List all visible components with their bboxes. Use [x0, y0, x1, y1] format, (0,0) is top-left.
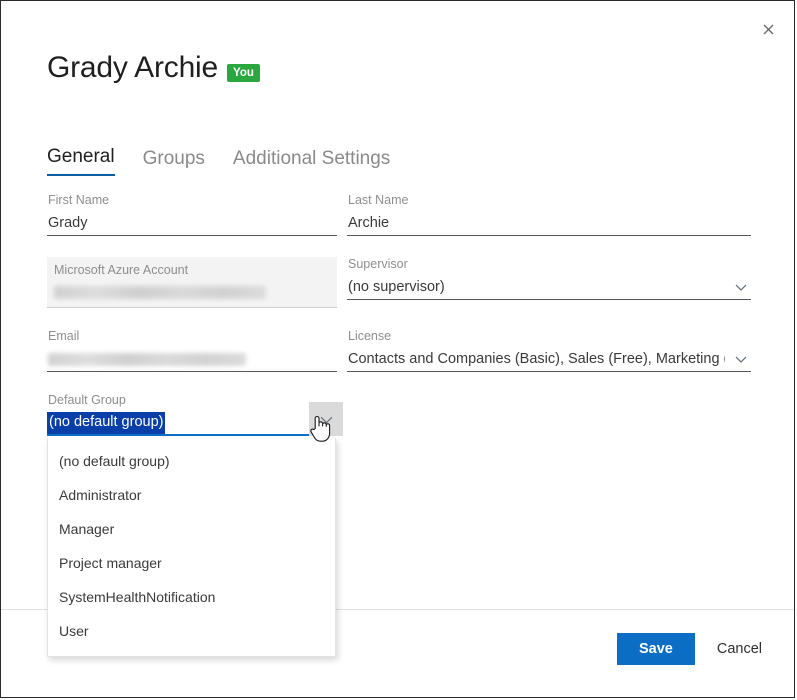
- last-name-label: Last Name: [348, 193, 409, 207]
- form-row-names: First Name Grady Last Name Archie: [47, 193, 751, 236]
- first-name-input[interactable]: Grady: [47, 211, 337, 236]
- field-last-name: Last Name Archie: [347, 193, 751, 236]
- close-icon[interactable]: [752, 13, 784, 45]
- default-group-value: (no default group): [47, 411, 166, 434]
- general-form: First Name Grady Last Name Archie Micros…: [47, 193, 751, 657]
- azure-account-label: Microsoft Azure Account: [47, 257, 337, 278]
- email-input[interactable]: [47, 347, 337, 372]
- user-profile-dialog: Grady Archie You General Groups Addition…: [0, 0, 795, 698]
- license-select[interactable]: Contacts and Companies (Basic), Sales (F…: [347, 347, 751, 372]
- license-label: License: [348, 329, 392, 343]
- save-button[interactable]: Save: [616, 633, 695, 665]
- page-title: Grady Archie You: [47, 51, 260, 85]
- email-value-redacted: [48, 352, 246, 366]
- field-supervisor: Supervisor (no supervisor): [347, 257, 751, 308]
- default-group-input[interactable]: (no default group): [47, 402, 343, 436]
- form-row-default-group: Default Group (no default group) (no def…: [47, 393, 751, 657]
- default-group-label: Default Group: [48, 393, 126, 407]
- azure-account-value-redacted: [54, 286, 266, 299]
- last-name-input[interactable]: Archie: [347, 211, 751, 236]
- chevron-down-icon: [734, 352, 748, 366]
- azure-account-input: [47, 278, 337, 308]
- tab-general[interactable]: General: [47, 146, 115, 176]
- license-value: Contacts and Companies (Basic), Sales (F…: [348, 351, 725, 367]
- default-group-dropdown-list[interactable]: (no default group) Administrator Manager…: [47, 438, 336, 657]
- chevron-down-icon: [734, 280, 748, 294]
- tab-groups[interactable]: Groups: [143, 148, 205, 176]
- field-default-group: Default Group (no default group) (no def…: [47, 393, 343, 657]
- field-email: Email: [47, 329, 337, 372]
- supervisor-value: (no supervisor): [348, 279, 445, 295]
- tab-additional-settings[interactable]: Additional Settings: [233, 148, 390, 176]
- form-row-azure-supervisor: Microsoft Azure Account Supervisor (no s…: [47, 257, 751, 308]
- list-item[interactable]: SystemHealthNotification: [48, 580, 335, 614]
- list-item[interactable]: Project manager: [48, 546, 335, 580]
- first-name-value: Grady: [48, 215, 88, 231]
- list-item[interactable]: User: [48, 614, 335, 648]
- list-item[interactable]: Administrator: [48, 478, 335, 512]
- form-row-email-license: Email License Contacts and Companies (Ba…: [47, 329, 751, 372]
- field-license: License Contacts and Companies (Basic), …: [347, 329, 751, 372]
- tab-bar: General Groups Additional Settings: [47, 146, 418, 176]
- default-group-combobox[interactable]: (no default group) (no default group) Ad…: [47, 402, 343, 657]
- dialog-footer: Save Cancel: [616, 633, 762, 665]
- user-full-name: Grady Archie: [47, 51, 219, 84]
- first-name-label: First Name: [48, 193, 110, 207]
- cancel-button[interactable]: Cancel: [717, 641, 762, 657]
- supervisor-select[interactable]: (no supervisor): [347, 275, 751, 300]
- list-item[interactable]: (no default group): [48, 444, 335, 478]
- last-name-value: Archie: [348, 215, 390, 231]
- field-first-name: First Name Grady: [47, 193, 337, 236]
- status-badge: You: [227, 64, 260, 82]
- field-spacer: [347, 393, 751, 436]
- field-azure-account: Microsoft Azure Account: [47, 257, 337, 308]
- default-group-toggle-button[interactable]: [309, 402, 343, 436]
- list-item[interactable]: Manager: [48, 512, 335, 546]
- supervisor-label: Supervisor: [348, 257, 408, 271]
- email-label: Email: [48, 329, 80, 343]
